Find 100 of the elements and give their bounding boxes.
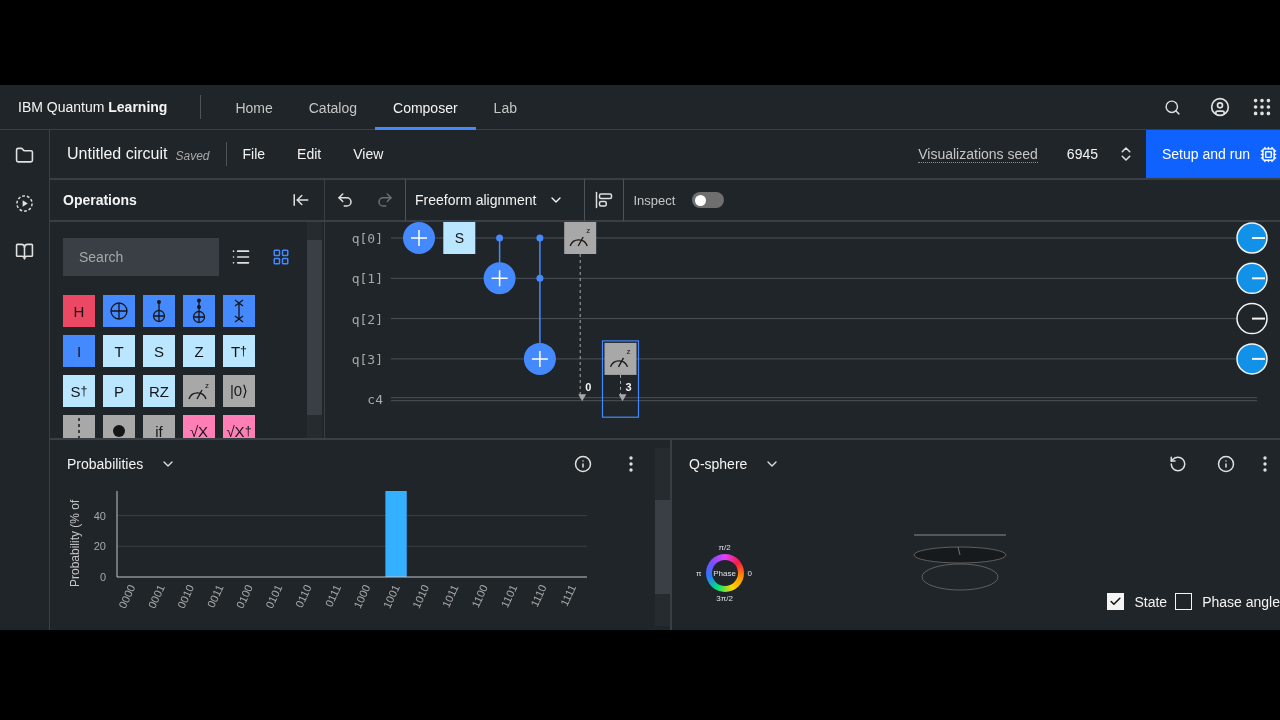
tick-label: 1111 xyxy=(557,582,579,608)
checkbox-label[interactable]: Phase angle xyxy=(1202,593,1280,610)
search-field[interactable]: Search xyxy=(63,238,219,276)
grid-icon xyxy=(272,248,290,266)
wire-label: q[0] xyxy=(351,231,383,246)
nav-tab[interactable]: Catalog xyxy=(290,85,375,130)
barrier-icon xyxy=(77,418,81,438)
panel-title: Probabilities xyxy=(67,456,144,472)
gate-tile[interactable] xyxy=(143,295,175,327)
gate-tile[interactable]: |0⟩ xyxy=(223,375,255,407)
phase-title: Phase xyxy=(713,568,736,578)
brand-name[interactable]: IBM Quantum Learning xyxy=(0,99,168,115)
not-gate[interactable] xyxy=(523,342,556,375)
grid-dots-icon xyxy=(1251,96,1273,118)
gate-tile[interactable]: P xyxy=(103,375,135,407)
folder-icon xyxy=(15,145,34,165)
dot-icon xyxy=(113,425,125,437)
gate-tile[interactable] xyxy=(183,295,215,327)
gate-tile[interactable]: z xyxy=(183,375,215,407)
phase-disk[interactable] xyxy=(1236,262,1268,295)
axis-title: Probability (% of xyxy=(68,499,82,587)
nav-tab[interactable]: Composer xyxy=(375,85,476,130)
search-icon xyxy=(1163,98,1181,116)
gate-tile[interactable]: if xyxy=(143,415,175,438)
circuit-title[interactable]: Untitled circuit xyxy=(50,145,168,163)
wire-label: q[3] xyxy=(351,351,383,367)
phase-label: 3π/2 xyxy=(716,594,733,603)
checkbox[interactable] xyxy=(1175,593,1193,610)
menu-item[interactable]: Edit xyxy=(281,140,338,168)
measure-gate[interactable]: z xyxy=(564,222,597,254)
book-icon xyxy=(15,241,34,261)
menu-item[interactable]: View xyxy=(337,140,400,168)
checkbox-label[interactable]: State xyxy=(1134,593,1168,610)
wire-label: q[1] xyxy=(351,271,383,287)
nav-tab[interactable]: Lab xyxy=(475,85,535,130)
collapse-icon xyxy=(292,191,310,209)
gate-tile[interactable] xyxy=(103,415,135,438)
wire-label: c4 xyxy=(367,392,383,408)
tick-label: 0110 xyxy=(292,582,314,610)
phase-disk[interactable] xyxy=(1236,302,1268,335)
tick-label: 1110 xyxy=(528,582,549,609)
phase-disk[interactable] xyxy=(1236,222,1268,254)
setup-and-run-button[interactable]: Setup and run xyxy=(1146,130,1280,178)
scrollbar[interactable] xyxy=(307,222,322,438)
tick-label: 0000 xyxy=(116,582,138,611)
list-icon xyxy=(231,247,251,267)
alignment-dropdown[interactable]: Freeform alignment xyxy=(406,180,585,220)
control-dot[interactable] xyxy=(536,274,544,282)
wire-label: q[2] xyxy=(351,311,383,327)
info-icon xyxy=(1217,455,1235,473)
gate-tile[interactable]: Z xyxy=(183,335,215,367)
tick-label: 0010 xyxy=(175,582,197,611)
inspect-toggle[interactable] xyxy=(692,192,725,208)
gate-tile[interactable]: I xyxy=(63,335,95,367)
inspect-label: Inspect xyxy=(633,192,676,208)
measure-gate[interactable]: z xyxy=(604,342,637,375)
seed-value[interactable]: 6945 xyxy=(1066,146,1098,162)
control-dot[interactable] xyxy=(496,234,504,242)
gate-tile[interactable] xyxy=(103,295,135,327)
toffoli-icon xyxy=(192,298,206,324)
checkbox[interactable] xyxy=(1107,593,1125,610)
check-icon xyxy=(1109,595,1123,608)
tick-label: 1011 xyxy=(439,582,461,610)
user-icon xyxy=(1210,97,1230,117)
gate-tile[interactable]: √X xyxy=(183,415,215,438)
tick-label: 1001 xyxy=(380,582,402,611)
gate-tile[interactable] xyxy=(63,415,95,438)
panel-title: Operations xyxy=(63,192,137,208)
scrollbar[interactable] xyxy=(655,448,670,626)
measurement-arrow xyxy=(618,374,627,402)
tick-label: 1100 xyxy=(469,582,490,610)
phase-label: π xyxy=(696,568,702,578)
gate-tile[interactable]: S xyxy=(143,335,175,367)
not-gate[interactable] xyxy=(403,222,435,254)
controlled-not-icon xyxy=(152,299,166,323)
tick-label: 1010 xyxy=(410,582,432,611)
menu-item[interactable]: File xyxy=(226,140,282,168)
tick-label: 0011 xyxy=(204,582,226,610)
gate-tile[interactable]: T xyxy=(103,335,135,367)
tick-label: 0111 xyxy=(322,582,344,609)
chip-icon xyxy=(1259,145,1277,163)
s-gate[interactable]: S xyxy=(443,222,476,254)
control-dot[interactable] xyxy=(536,234,544,242)
undo-icon xyxy=(336,191,354,209)
seed-label: Visualizations seed xyxy=(918,145,1038,163)
not-gate[interactable] xyxy=(483,262,516,295)
panel-title: Q-sphere xyxy=(689,456,748,472)
gate-tile[interactable] xyxy=(223,295,255,327)
tick-label: 0 xyxy=(99,571,106,583)
nav-tab[interactable]: Home xyxy=(217,85,291,130)
gate-tile[interactable]: RZ xyxy=(143,375,175,407)
more-icon xyxy=(1263,456,1267,472)
tick-label: 20 xyxy=(93,540,106,553)
info-icon xyxy=(574,455,592,473)
gate-tile[interactable]: H xyxy=(63,295,95,327)
phase-disk[interactable] xyxy=(1236,343,1268,375)
rotate-icon xyxy=(1169,455,1187,473)
save-status: Saved xyxy=(175,149,210,163)
align-left-icon xyxy=(595,191,614,209)
target-icon xyxy=(109,301,129,321)
